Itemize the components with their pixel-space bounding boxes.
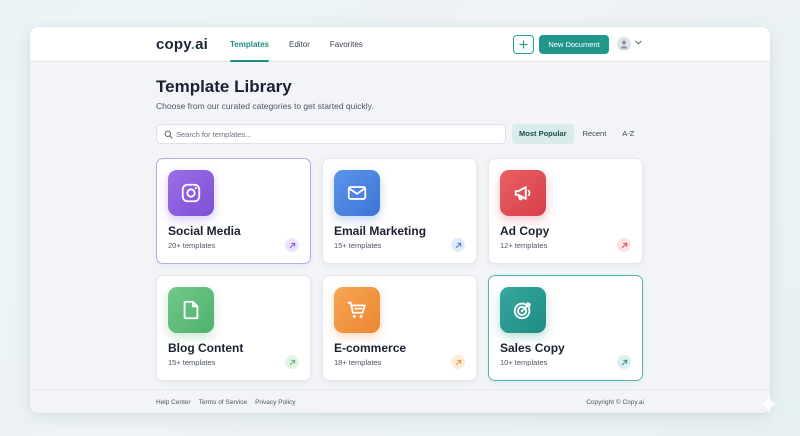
search-input[interactable] (176, 127, 496, 142)
nav-tab-templates[interactable]: Templates (230, 27, 269, 62)
plus-icon (519, 40, 528, 49)
main-nav: Templates Editor Favorites (230, 27, 383, 62)
card-count: 12+ templates (500, 241, 548, 250)
footer-link-privacy[interactable]: Privacy Policy (255, 399, 295, 406)
shopping-cart-icon (347, 301, 366, 318)
open-card-button[interactable] (285, 355, 299, 369)
footer-links: Help Center Terms of Service Privacy Pol… (156, 399, 304, 406)
app-window: copy.ai Templates Editor Favorites New D… (30, 27, 770, 413)
arrow-up-right-icon (289, 359, 295, 365)
card-title: Sales Copy (500, 341, 565, 355)
card-count: 10+ templates (500, 358, 548, 367)
page-title: Template Library (156, 77, 292, 96)
sort-recent[interactable]: Recent (576, 124, 614, 144)
card-e-commerce[interactable]: E-commerce 18+ templates (322, 275, 477, 381)
copyright-text: Copyright © Copy.ai (586, 399, 644, 406)
card-icon-tile (168, 287, 214, 333)
arrow-up-right-icon (289, 242, 295, 248)
footer: Help Center Terms of Service Privacy Pol… (30, 389, 770, 413)
card-title: Ad Copy (500, 224, 550, 238)
card-icon-tile (334, 287, 380, 333)
card-count: 15+ templates (168, 358, 216, 367)
sort-a-z[interactable]: A-Z (615, 124, 641, 144)
card-social-media[interactable]: Social Media 20+ templates (156, 158, 311, 264)
add-button[interactable] (513, 35, 534, 54)
footer-link-help-center[interactable]: Help Center (156, 399, 191, 406)
card-icon-tile (500, 287, 546, 333)
top-navbar: copy.ai Templates Editor Favorites New D… (30, 27, 770, 62)
arrow-up-right-icon (455, 242, 461, 248)
open-card-button[interactable] (451, 355, 465, 369)
card-icon-tile (500, 170, 546, 216)
card-count: 15+ templates (334, 241, 382, 250)
card-sales-copy[interactable]: Sales Copy 10+ templates (488, 275, 643, 381)
open-card-button[interactable] (285, 238, 299, 252)
card-title: Blog Content (168, 341, 244, 355)
nav-tab-favorites[interactable]: Favorites (330, 27, 363, 62)
card-count: 20+ templates (168, 241, 216, 250)
arrow-up-right-icon (621, 242, 627, 248)
footer-link-terms[interactable]: Terms of Service (199, 399, 247, 406)
logo[interactable]: copy.ai (156, 36, 208, 53)
page-subtitle: Choose from our curated categories to ge… (156, 101, 374, 111)
nav-tab-editor[interactable]: Editor (289, 27, 310, 62)
sort-most-popular[interactable]: Most Popular (512, 124, 574, 144)
instagram-icon (181, 183, 201, 203)
card-email-marketing[interactable]: Email Marketing 15+ templates (322, 158, 477, 264)
megaphone-icon (514, 186, 531, 201)
open-card-button[interactable] (617, 238, 631, 252)
card-ad-copy[interactable]: Ad Copy 12+ templates (488, 158, 643, 264)
card-title: Email Marketing (334, 224, 427, 238)
sort-options: Most Popular Recent A-Z (512, 124, 643, 144)
card-count: 18+ templates (334, 358, 382, 367)
user-icon (620, 40, 628, 49)
card-icon-tile (334, 170, 380, 216)
avatar[interactable] (617, 37, 631, 51)
mail-icon (347, 186, 367, 200)
card-blog-content[interactable]: Blog Content 15+ templates (156, 275, 311, 381)
open-card-button[interactable] (617, 355, 631, 369)
card-icon-tile (168, 170, 214, 216)
arrow-up-right-icon (455, 359, 461, 365)
search-icon (164, 130, 173, 139)
new-document-button[interactable]: New Document (539, 35, 609, 54)
search-bar[interactable] (156, 124, 506, 144)
chevron-down-icon[interactable] (635, 40, 642, 45)
card-title: E-commerce (334, 341, 407, 355)
target-icon (513, 302, 531, 320)
document-icon (183, 300, 199, 320)
open-card-button[interactable] (451, 238, 465, 252)
sparkle-icon (758, 393, 780, 415)
card-title: Social Media (168, 224, 241, 238)
arrow-up-right-icon (621, 359, 627, 365)
